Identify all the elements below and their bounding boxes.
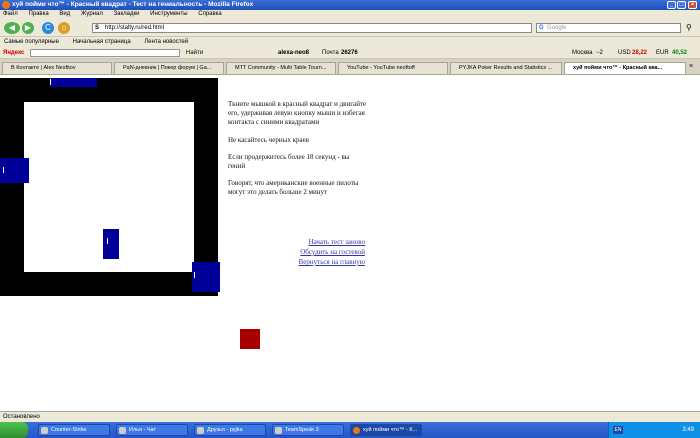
yandex-search-input[interactable] xyxy=(30,49,180,57)
yandex-logo[interactable]: Яндекс xyxy=(3,47,24,59)
tab-vkontakte[interactable]: В Контакте | Alex Nesfitov xyxy=(2,62,112,74)
menu-bar: Файл Правка Вид Журнал Закладки Инструме… xyxy=(0,10,700,19)
task-friends[interactable]: Друзья - pyjka xyxy=(194,424,266,436)
tab-pyjka-poker[interactable]: PYJKA Poker Results and Statistics ... xyxy=(450,62,562,74)
weather-temp: −2 xyxy=(596,50,603,56)
bookmark-most-visited[interactable]: Самые популярные xyxy=(4,37,59,47)
tab-youtube[interactable]: YouTube - YouTube neoftoff xyxy=(338,62,448,74)
search-input[interactable]: G Google xyxy=(536,23,681,33)
menu-history[interactable]: Журнал xyxy=(81,10,103,19)
url-input[interactable]: S http://stalty.ru/red.html xyxy=(92,23,532,33)
enemy-marker xyxy=(3,167,4,173)
tab-mtt-community[interactable]: MTT Community - Multi Table Tourn... xyxy=(226,62,336,74)
page-links: Начать тест заново Обсудить на гостевой … xyxy=(270,237,365,267)
google-icon: G xyxy=(539,25,544,31)
bookmark-start-page[interactable]: Начальная страница xyxy=(73,37,131,47)
firefox-icon xyxy=(2,1,10,9)
navigation-bar: ◀ ▶ C ⌂ S http://stalty.ru/red.html G Go… xyxy=(0,19,700,37)
app-icon xyxy=(41,427,48,434)
home-link[interactable]: Вернуться на главную xyxy=(270,257,365,267)
enemy-square-top xyxy=(50,78,97,87)
windows-taskbar: Counter-Strike Илья - Чат Друзья - pyjka… xyxy=(0,422,700,438)
enemy-square-left xyxy=(0,158,29,183)
instruction-text: Если продержитесь более 18 секунд - вы г… xyxy=(228,152,350,171)
task-counter-strike[interactable]: Counter-Strike xyxy=(38,424,110,436)
eur-rate: 40,52 xyxy=(672,50,688,56)
task-teamspeak[interactable]: TeamSpeak 3 xyxy=(272,424,344,436)
mail-label[interactable]: Почта xyxy=(322,47,339,59)
menu-help[interactable]: Справка xyxy=(198,10,222,19)
window-titlebar: хуй пойми что™ - Красный квадрат - Тест … xyxy=(0,0,700,10)
task-chat[interactable]: Илья - Чат xyxy=(116,424,188,436)
tab-bar: В Контакте | Alex Nesfitov PaN-дневник |… xyxy=(0,59,700,75)
page-content: Ткните мышкой в красный квадрат и двигай… xyxy=(0,75,700,411)
bookmarks-bar: Самые популярные Начальная страница Лент… xyxy=(0,37,700,47)
search-icon[interactable]: ⚲ xyxy=(686,23,692,32)
task-firefox[interactable]: хуй пойми что™ - К... xyxy=(350,424,422,436)
menu-view[interactable]: Вид xyxy=(59,10,70,19)
yandex-user[interactable]: alexa-neo8 xyxy=(278,47,309,59)
app-icon xyxy=(197,427,204,434)
menu-bookmarks[interactable]: Закладки xyxy=(114,10,140,19)
tab-poker-forum[interactable]: PaN-дневник | Покер форум | Ga... xyxy=(114,62,224,74)
enemy-marker xyxy=(50,79,51,85)
app-icon xyxy=(119,427,126,434)
menu-tools[interactable]: Инструменты xyxy=(150,10,187,19)
clock: 3:49 xyxy=(682,427,694,433)
eur-label: EUR xyxy=(656,50,669,56)
enemy-square-middle xyxy=(103,229,119,259)
search-placeholder: Google xyxy=(547,25,567,31)
menu-edit[interactable]: Правка xyxy=(28,10,48,19)
usd-rate: 28,22 xyxy=(632,50,648,56)
forward-button[interactable]: ▶ xyxy=(22,22,34,34)
player-red-square[interactable] xyxy=(240,329,260,349)
enemy-square-right xyxy=(192,262,220,292)
restart-test-link[interactable]: Начать тест заново xyxy=(270,237,365,247)
status-bar: Остановлено xyxy=(0,411,700,422)
instruction-text: Не касайтесь черных краев xyxy=(228,135,309,144)
enemy-marker xyxy=(107,238,108,244)
window-title: хуй пойми что™ - Красный квадрат - Тест … xyxy=(12,1,254,8)
reload-button[interactable]: C xyxy=(42,22,54,34)
weather-city[interactable]: Москва xyxy=(572,47,592,59)
instruction-text: Говорят, что американские военные пилоты… xyxy=(228,179,359,197)
tab-red-square[interactable]: хуй пойми что™ - Красный ква... xyxy=(564,62,686,74)
instruction-text: Ткните мышкой в красный квадрат и двигай… xyxy=(228,100,367,127)
bookmark-news-feed[interactable]: Лента новостей xyxy=(144,37,188,47)
enemy-marker xyxy=(194,272,195,278)
home-button[interactable]: ⌂ xyxy=(58,22,70,34)
firefox-icon xyxy=(353,427,360,434)
yandex-find-button[interactable]: Найти xyxy=(186,47,203,59)
start-button[interactable] xyxy=(0,422,28,438)
yandex-toolbar: Яндекс Найти alexa-neo8 Почта 26276 Моск… xyxy=(0,47,700,59)
status-text: Остановлено xyxy=(3,414,40,420)
maximize-button[interactable]: □ xyxy=(677,1,686,9)
mail-count: 26276 xyxy=(341,50,358,56)
close-button[interactable]: × xyxy=(688,1,697,9)
menu-file[interactable]: Файл xyxy=(3,10,18,19)
language-indicator[interactable]: EN xyxy=(613,426,623,434)
tab-close-icon[interactable]: × xyxy=(689,63,693,70)
back-button[interactable]: ◀ xyxy=(4,22,20,34)
usd-label: USD xyxy=(618,50,631,56)
minimize-button[interactable]: _ xyxy=(667,1,676,9)
game-black-border[interactable] xyxy=(0,78,220,296)
app-icon xyxy=(275,427,282,434)
url-text: http://stalty.ru/red.html xyxy=(105,25,164,31)
site-icon: S xyxy=(95,25,100,31)
instructions: Ткните мышкой в красный квадрат и двигай… xyxy=(228,100,368,206)
guestbook-link[interactable]: Обсудить на гостевой xyxy=(270,247,365,257)
system-tray: EN 3:49 xyxy=(608,422,700,438)
